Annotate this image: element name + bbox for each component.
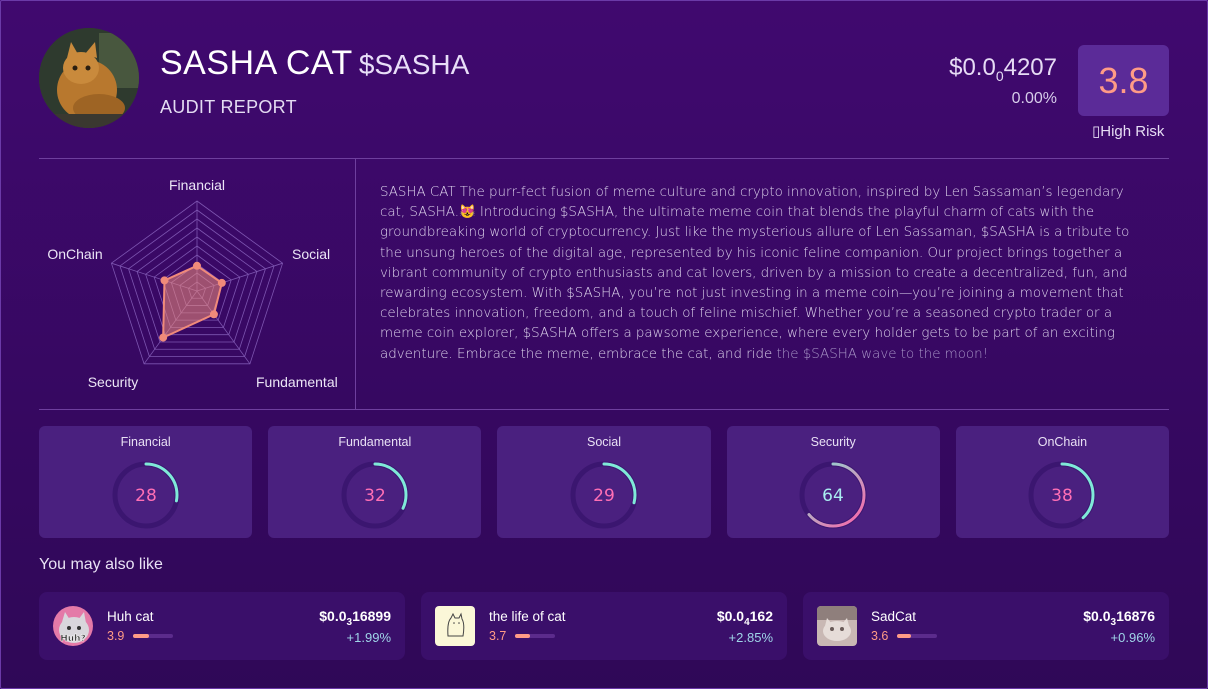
- score-card-security: Security 64: [726, 426, 940, 538]
- price-digits: 16876: [1116, 608, 1155, 624]
- token-ticker: $SASHA: [358, 49, 470, 80]
- score-ring: 64: [799, 461, 867, 529]
- radar-axis-label: Social: [292, 246, 330, 262]
- radar-axis-label: Fundamental: [256, 374, 338, 390]
- token-description: SASHA CAT The purr-fect fusion of meme c…: [380, 183, 1150, 365]
- score-ring: 32: [341, 461, 409, 529]
- price-change: 0.00%: [1011, 90, 1057, 107]
- score-ring: 29: [570, 461, 638, 529]
- rec-token-price: $0.0316876: [1083, 608, 1155, 628]
- rec-token-price: $0.0316899: [319, 608, 391, 628]
- rec-token-name: the life of cat: [489, 609, 566, 624]
- radar-point: [160, 276, 169, 285]
- score-card-fundamental: Fundamental 32: [268, 426, 482, 538]
- description-text: SASHA CAT The purr-fect fusion of meme c…: [380, 185, 1130, 362]
- title-block: SASHA CAT $SASHA AUDIT REPORT: [160, 44, 469, 118]
- cat-photo-icon: [39, 28, 139, 128]
- token-name: SASHA CAT: [160, 44, 353, 82]
- divider-top: [39, 158, 1169, 159]
- description-faded-text: the $SASHA wave to the moon!: [776, 346, 988, 362]
- rec-token-score: 3.9: [107, 629, 125, 643]
- divider-middle: [39, 409, 1169, 410]
- score-ring: 28: [112, 461, 180, 529]
- rec-token-name: Huh cat: [107, 609, 154, 624]
- rec-score-bar-fill: [133, 634, 149, 638]
- score-card-label: Social: [586, 435, 622, 449]
- rec-token-score: 3.6: [871, 629, 889, 643]
- score-card-label: Fundamental: [338, 435, 412, 449]
- token-price: $0.004207: [949, 54, 1057, 84]
- rec-token-icon: Huh?: [53, 606, 93, 646]
- overall-score: 3.8: [1078, 45, 1169, 116]
- rec-token-icon: [817, 606, 857, 646]
- price-digits: 162: [749, 608, 773, 624]
- rec-token-name: SadCat: [871, 609, 917, 624]
- radar-axis-label: OnChain: [47, 246, 102, 262]
- recommendations-list: Huh? Huh cat 3.9 $0.0316899 +1.99% the life o…: [39, 592, 1169, 660]
- rec-score-bar-fill: [515, 634, 530, 638]
- price-prefix: $0.0: [949, 54, 996, 81]
- score-card-social: Social 29: [497, 426, 711, 538]
- price-zero-count: 0: [995, 67, 1004, 84]
- rec-score-bar: [133, 634, 173, 638]
- rec-token-change: +0.96%: [1110, 630, 1155, 645]
- rec-token-icon: [435, 606, 475, 646]
- rec-token-change: +2.85%: [728, 630, 773, 645]
- radar-point: [209, 310, 218, 319]
- rec-token-score: 3.7: [489, 629, 507, 643]
- score-card-label: Security: [810, 435, 856, 449]
- price-digits: 4207: [1003, 54, 1057, 81]
- score-card-onchain: OnChain 38: [955, 426, 1170, 538]
- rec-card-huh-cat[interactable]: Huh? Huh cat 3.9 $0.0316899 +1.99%: [39, 592, 405, 660]
- radar-axis-label: Financial: [169, 177, 225, 193]
- radar-point: [217, 278, 226, 287]
- rec-score-bar-fill: [897, 634, 912, 638]
- score-ring: 38: [1028, 461, 1096, 529]
- radar-axis-label: Security: [88, 374, 139, 390]
- rec-token-price: $0.04162: [717, 608, 773, 628]
- score-value: 28: [135, 486, 157, 506]
- divider-vertical: [355, 159, 356, 409]
- recommendations-title: You may also like: [39, 556, 163, 573]
- radar-point: [159, 333, 168, 342]
- token-avatar: [39, 28, 139, 128]
- score-card-financial: Financial 28: [39, 426, 253, 538]
- score-value: 32: [364, 486, 386, 506]
- svg-text:Huh?: Huh?: [60, 634, 86, 644]
- score-value: 38: [1052, 486, 1074, 506]
- rec-score-bar: [897, 634, 937, 638]
- score-card-label: Financial: [120, 435, 171, 449]
- radar-data-area: [162, 264, 223, 340]
- score-cards: Financial 28 Fundamental 32 Social 29 Security…: [39, 426, 1170, 538]
- rec-card-life-of-cat[interactable]: the life of cat 3.7 $0.04162 +2.85%: [421, 592, 787, 660]
- radar-chart: Financial Social Fundamental Security OnChai…: [47, 177, 338, 390]
- rec-score-bar: [515, 634, 555, 638]
- report-subtitle: AUDIT REPORT: [160, 97, 297, 117]
- price-digits: 16899: [352, 608, 391, 624]
- rec-card-sadcat[interactable]: SadCat 3.6 $0.0316876 +0.96%: [803, 592, 1169, 660]
- risk-label: ▯High Risk: [1092, 123, 1165, 140]
- score-card-label: OnChain: [1037, 435, 1088, 449]
- score-value: 29: [593, 486, 615, 506]
- price-prefix: $0.0: [716, 608, 745, 624]
- price-prefix: $0.0: [1083, 608, 1111, 624]
- rec-token-change: +1.99%: [346, 630, 391, 645]
- radar-point: [193, 261, 201, 270]
- score-value: 64: [822, 486, 844, 506]
- price-prefix: $0.0: [319, 608, 347, 624]
